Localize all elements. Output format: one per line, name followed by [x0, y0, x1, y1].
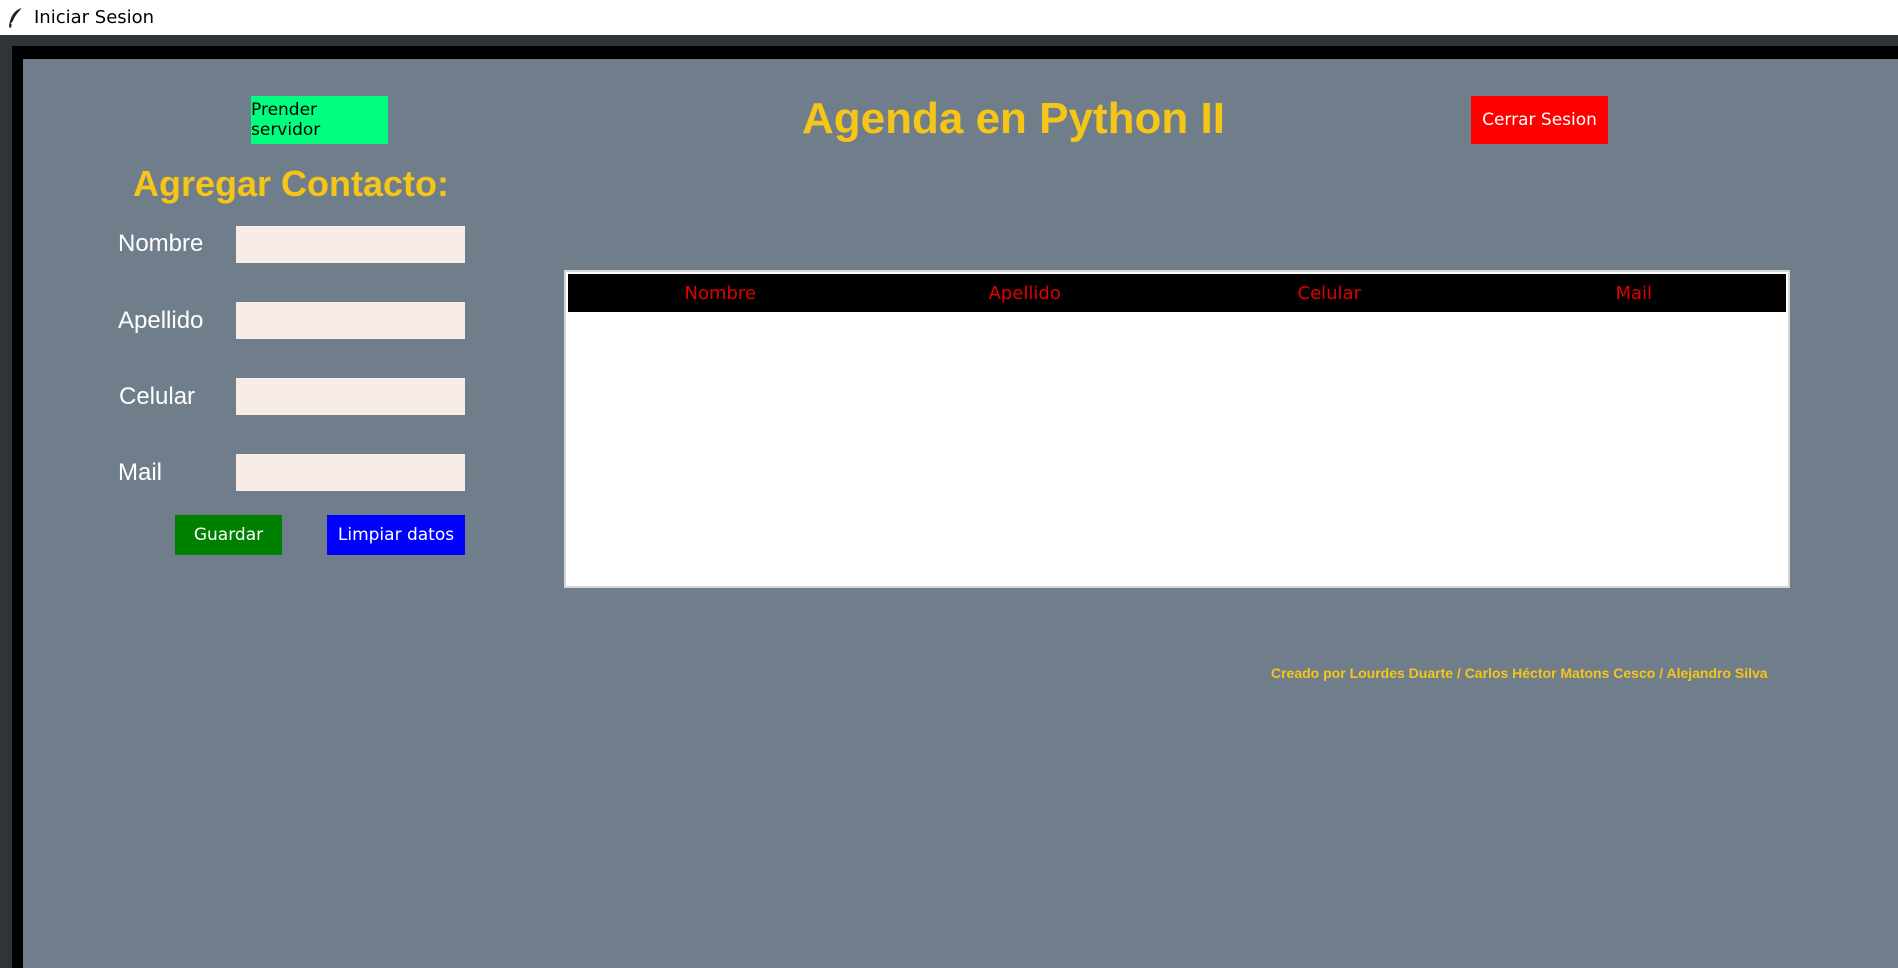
column-header-apellido[interactable]: Apellido — [873, 274, 1178, 312]
column-header-nombre[interactable]: Nombre — [568, 274, 873, 312]
field-label-mail: Mail — [118, 459, 163, 486]
window-title: Iniciar Sesion — [34, 7, 155, 28]
table-header: Nombre Apellido Celular Mail — [568, 274, 1786, 312]
logout-button[interactable]: Cerrar Sesion — [1471, 96, 1608, 144]
credits-text: Creado por Lourdes Duarte / Carlos Hécto… — [1271, 665, 1768, 681]
save-button[interactable]: Guardar — [175, 515, 282, 555]
field-label-nombre: Nombre — [118, 230, 204, 257]
field-label-apellido: Apellido — [118, 307, 204, 334]
column-header-celular[interactable]: Celular — [1177, 274, 1482, 312]
feather-icon — [9, 7, 23, 28]
column-header-mail[interactable]: Mail — [1482, 274, 1787, 312]
apellido-field[interactable] — [236, 302, 465, 339]
window-titlebar: Iniciar Sesion — [0, 0, 1898, 35]
start-server-button[interactable]: Prender servidor — [251, 96, 388, 144]
field-label-celular: Celular — [119, 383, 196, 410]
celular-field[interactable] — [236, 378, 465, 415]
contacts-table[interactable]: Nombre Apellido Celular Mail — [564, 270, 1790, 588]
clear-button[interactable]: Limpiar datos — [327, 515, 465, 555]
mail-field[interactable] — [236, 454, 465, 491]
nombre-field[interactable] — [236, 226, 465, 263]
main-canvas: Prender servidor Agenda en Python II Cer… — [23, 59, 1898, 968]
app-title: Agenda en Python II — [802, 94, 1225, 143]
form-heading: Agregar Contacto: — [133, 163, 450, 204]
